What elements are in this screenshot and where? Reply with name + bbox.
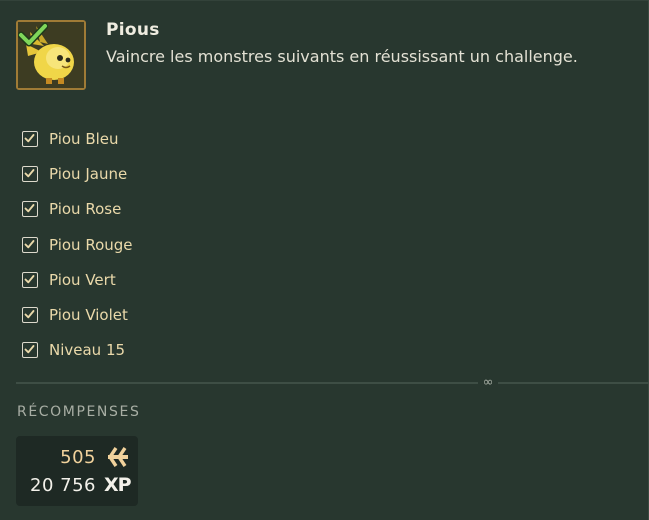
quest-description: Vaincre les monstres suivants en réussis… — [106, 47, 578, 66]
quest-title: Pious — [106, 20, 160, 40]
kamas-amount: 505 — [60, 446, 96, 468]
objective-label: Piou Rose — [49, 200, 122, 219]
panel-top-border — [0, 0, 649, 1]
objective-label: Piou Rouge — [49, 235, 133, 254]
checkbox-checked-icon — [22, 166, 38, 183]
objective-label: Piou Bleu — [49, 130, 119, 148]
objective-label: Piou Jaune — [49, 165, 128, 184]
objective-item: Niveau 15 — [22, 339, 422, 374]
objective-item: Piou Rose — [22, 198, 422, 233]
checkbox-checked-icon — [22, 306, 38, 323]
objective-list: Piou Bleu Piou Jaune Piou Rose Piou Roug… — [22, 128, 422, 374]
piou-quest-icon — [16, 20, 86, 90]
objective-label: Piou Violet — [49, 305, 128, 324]
completed-check-icon — [18, 22, 48, 47]
infinity-icon: ∞ — [478, 375, 498, 391]
checkbox-checked-icon — [22, 236, 38, 253]
section-divider — [16, 382, 649, 384]
rewards-heading: RÉCOMPENSES — [17, 404, 141, 420]
xp-icon: XP — [104, 474, 132, 496]
objective-item: Piou Rouge — [22, 234, 422, 269]
quest-header: Pious Vaincre les monstres suivants en r… — [16, 20, 636, 96]
xp-reward: 20 756 XP — [30, 472, 132, 498]
objective-item: Piou Vert — [22, 269, 422, 304]
objective-label: Niveau 15 — [49, 341, 126, 360]
xp-amount: 20 756 — [30, 474, 96, 496]
objective-label: Piou Vert — [49, 270, 116, 289]
checkbox-checked-icon — [22, 342, 38, 359]
objective-item: Piou Bleu — [22, 128, 422, 163]
objective-item: Piou Violet — [22, 304, 422, 339]
checkbox-checked-icon — [22, 131, 38, 147]
rewards-box: 505 20 756 XP — [16, 436, 138, 506]
checkbox-checked-icon — [22, 201, 38, 218]
objective-item: Piou Jaune — [22, 163, 422, 198]
kamas-reward: 505 — [60, 444, 130, 470]
checkbox-checked-icon — [22, 271, 38, 288]
kamas-icon — [107, 447, 128, 467]
